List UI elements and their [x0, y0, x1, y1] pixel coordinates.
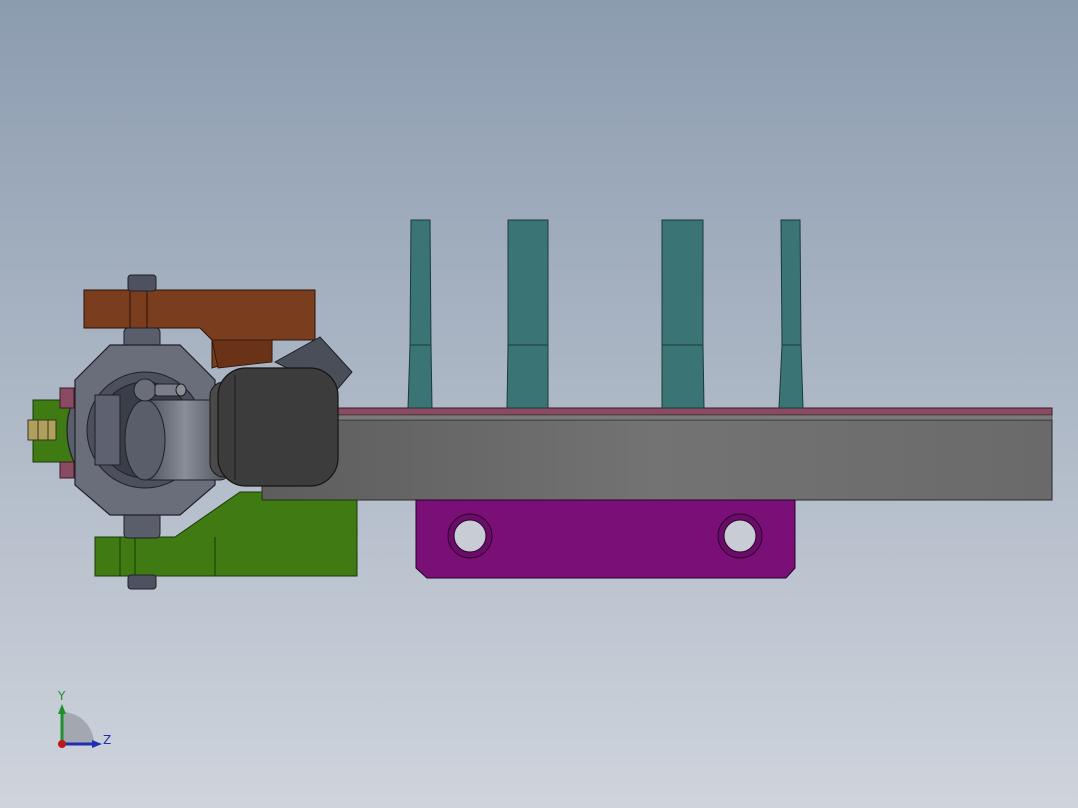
motor-body — [217, 367, 339, 487]
triad-z-label: Z — [103, 733, 111, 747]
rail-beam[interactable] — [261, 407, 1053, 501]
fin-2 — [506, 219, 549, 409]
fin-4 — [778, 219, 804, 409]
triad-y-label: Y — [57, 689, 66, 703]
cad-viewport[interactable]: Y Z — [0, 0, 1078, 808]
model-canvas[interactable]: Y Z — [0, 0, 1078, 808]
triad-x-axis — [58, 740, 66, 748]
rail-top-strip — [319, 407, 1053, 416]
rail-top-ledge — [319, 414, 1053, 421]
fin-3 — [661, 219, 705, 409]
fin-1 — [407, 219, 433, 409]
base-plate[interactable] — [415, 499, 796, 579]
hub-assembly[interactable] — [66, 344, 231, 516]
rail-body — [261, 419, 1053, 501]
